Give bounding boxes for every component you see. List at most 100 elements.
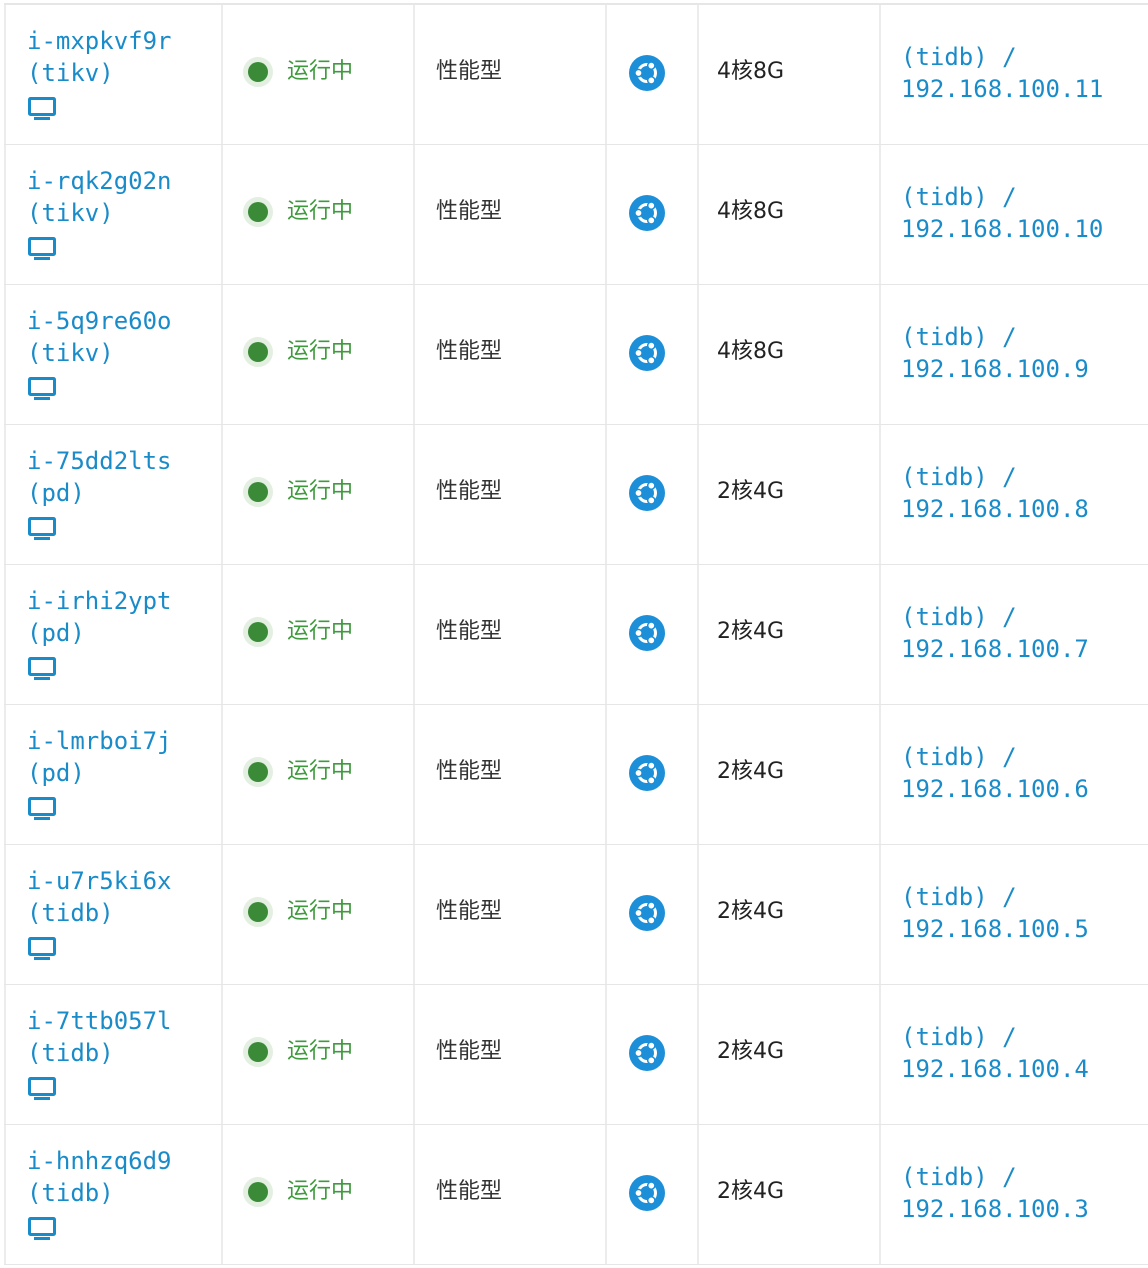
instance-id[interactable]: i-irhi2ypt xyxy=(27,585,172,617)
vxnet-link[interactable]: (tidb) / xyxy=(901,601,1089,633)
status-indicator: 运行中 xyxy=(243,197,353,227)
status-dot-icon xyxy=(243,1177,273,1207)
monitor-icon[interactable] xyxy=(28,517,56,541)
instance-role[interactable]: (tidb) xyxy=(27,897,172,929)
instance-role[interactable]: (tikv) xyxy=(27,337,172,369)
monitor-icon[interactable] xyxy=(28,1217,56,1241)
config-cell: 4核8G xyxy=(699,285,881,424)
private-ip[interactable]: 192.168.100.6 xyxy=(901,773,1089,805)
status-label: 运行中 xyxy=(287,1179,354,1204)
instance-id-link[interactable]: i-lmrboi7j (pd) xyxy=(27,725,172,789)
image-cell xyxy=(607,5,699,144)
image-cell xyxy=(607,1125,699,1264)
status-dot-icon xyxy=(243,197,273,227)
ubuntu-icon xyxy=(629,335,665,371)
status-indicator: 运行中 xyxy=(243,337,353,367)
network-cell: (tidb) / 192.168.100.11 xyxy=(881,5,1148,144)
instance-role[interactable]: (tikv) xyxy=(27,197,172,229)
image-cell xyxy=(607,985,699,1124)
instance-id-link[interactable]: i-rqk2g02n (tikv) xyxy=(27,165,172,229)
instance-id-cell: i-75dd2lts (pd) xyxy=(4,425,223,564)
instance-id-link[interactable]: i-75dd2lts (pd) xyxy=(27,445,172,509)
instance-role[interactable]: (pd) xyxy=(27,757,172,789)
vxnet-link[interactable]: (tidb) / xyxy=(901,41,1103,73)
instance-id[interactable]: i-7ttb057l xyxy=(27,1005,172,1037)
ubuntu-icon xyxy=(629,895,665,931)
status-dot-icon xyxy=(243,1037,273,1067)
vxnet-link[interactable]: (tidb) / xyxy=(901,1021,1089,1053)
monitor-icon[interactable] xyxy=(28,937,56,961)
instance-id-cell: i-rqk2g02n (tikv) xyxy=(4,145,223,284)
image-cell xyxy=(607,705,699,844)
monitor-icon[interactable] xyxy=(28,237,56,261)
status-label: 运行中 xyxy=(287,59,354,84)
status-indicator: 运行中 xyxy=(243,757,353,787)
vxnet-link[interactable]: (tidb) / xyxy=(901,1161,1089,1193)
monitor-icon[interactable] xyxy=(28,377,56,401)
instance-role[interactable]: (pd) xyxy=(27,617,172,649)
instance-id[interactable]: i-u7r5ki6x xyxy=(27,865,172,897)
network-info: (tidb) / 192.168.100.9 xyxy=(901,321,1089,385)
private-ip[interactable]: 192.168.100.4 xyxy=(901,1053,1089,1085)
instance-id-link[interactable]: i-7ttb057l (tidb) xyxy=(27,1005,172,1069)
table-row: i-75dd2lts (pd) 运行中 性能型 2核4G (tidb) / 19… xyxy=(4,425,1148,565)
instance-type-cell: 性能型 xyxy=(415,565,607,704)
status-indicator: 运行中 xyxy=(243,57,353,87)
private-ip[interactable]: 192.168.100.3 xyxy=(901,1193,1089,1225)
ubuntu-icon xyxy=(629,1175,665,1211)
monitor-icon[interactable] xyxy=(28,1077,56,1101)
instance-id-cell: i-hnhzq6d9 (tidb) xyxy=(4,1125,223,1264)
instance-id[interactable]: i-rqk2g02n xyxy=(27,165,172,197)
table-row: i-lmrboi7j (pd) 运行中 性能型 2核4G (tidb) / 19… xyxy=(4,705,1148,845)
instance-type-cell: 性能型 xyxy=(415,425,607,564)
vxnet-link[interactable]: (tidb) / xyxy=(901,881,1089,913)
instance-id[interactable]: i-75dd2lts xyxy=(27,445,172,477)
status-cell: 运行中 xyxy=(223,1125,415,1264)
config-label: 2核4G xyxy=(717,479,785,504)
private-ip[interactable]: 192.168.100.10 xyxy=(901,213,1103,245)
private-ip[interactable]: 192.168.100.11 xyxy=(901,73,1103,105)
status-dot-icon xyxy=(243,477,273,507)
instance-role[interactable]: (tidb) xyxy=(27,1037,172,1069)
private-ip[interactable]: 192.168.100.7 xyxy=(901,633,1089,665)
instance-id[interactable]: i-mxpkvf9r xyxy=(27,25,172,57)
instance-table: i-mxpkvf9r (tikv) 运行中 性能型 4核8G (tidb) / … xyxy=(4,3,1148,1265)
config-label: 4核8G xyxy=(717,199,785,224)
network-cell: (tidb) / 192.168.100.5 xyxy=(881,845,1148,984)
network-cell: (tidb) / 192.168.100.4 xyxy=(881,985,1148,1124)
status-label: 运行中 xyxy=(287,199,354,224)
monitor-icon[interactable] xyxy=(28,657,56,681)
instance-id-link[interactable]: i-mxpkvf9r (tikv) xyxy=(27,25,172,89)
instance-id-link[interactable]: i-u7r5ki6x (tidb) xyxy=(27,865,172,929)
instance-role[interactable]: (pd) xyxy=(27,477,172,509)
monitor-icon[interactable] xyxy=(28,797,56,821)
ubuntu-icon xyxy=(629,55,665,91)
vxnet-link[interactable]: (tidb) / xyxy=(901,321,1089,353)
instance-type-cell: 性能型 xyxy=(415,985,607,1124)
status-cell: 运行中 xyxy=(223,5,415,144)
instance-id-link[interactable]: i-hnhzq6d9 (tidb) xyxy=(27,1145,172,1209)
table-row: i-irhi2ypt (pd) 运行中 性能型 2核4G (tidb) / 19… xyxy=(4,565,1148,705)
status-label: 运行中 xyxy=(287,479,354,504)
instance-id-link[interactable]: i-5q9re60o (tikv) xyxy=(27,305,172,369)
monitor-icon[interactable] xyxy=(28,97,56,121)
instance-role[interactable]: (tikv) xyxy=(27,57,172,89)
private-ip[interactable]: 192.168.100.8 xyxy=(901,493,1089,525)
vxnet-link[interactable]: (tidb) / xyxy=(901,461,1089,493)
private-ip[interactable]: 192.168.100.5 xyxy=(901,913,1089,945)
instance-id[interactable]: i-lmrboi7j xyxy=(27,725,172,757)
status-indicator: 运行中 xyxy=(243,477,353,507)
instance-role[interactable]: (tidb) xyxy=(27,1177,172,1209)
config-cell: 2核4G xyxy=(699,565,881,704)
instance-id-link[interactable]: i-irhi2ypt (pd) xyxy=(27,585,172,649)
network-info: (tidb) / 192.168.100.10 xyxy=(901,181,1103,245)
status-indicator: 运行中 xyxy=(243,1037,353,1067)
network-info: (tidb) / 192.168.100.4 xyxy=(901,1021,1089,1085)
vxnet-link[interactable]: (tidb) / xyxy=(901,181,1103,213)
config-label: 2核4G xyxy=(717,899,785,924)
instance-id[interactable]: i-hnhzq6d9 xyxy=(27,1145,172,1177)
vxnet-link[interactable]: (tidb) / xyxy=(901,741,1089,773)
ubuntu-icon xyxy=(629,615,665,651)
private-ip[interactable]: 192.168.100.9 xyxy=(901,353,1089,385)
instance-id[interactable]: i-5q9re60o xyxy=(27,305,172,337)
